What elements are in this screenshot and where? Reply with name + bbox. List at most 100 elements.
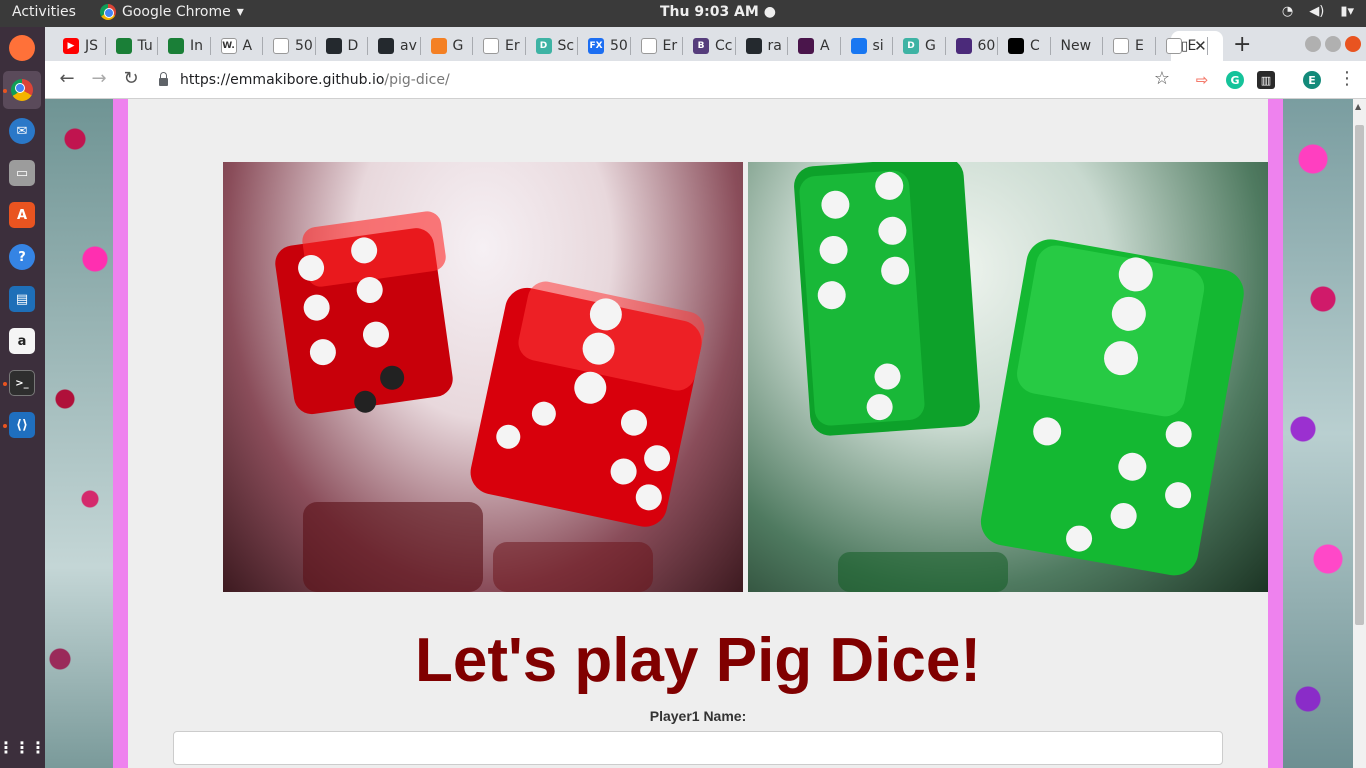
chrome-launcher-item[interactable] (3, 71, 41, 109)
clock[interactable]: Thu 9:03 AM ● (660, 4, 776, 20)
writer-icon[interactable]: ▤ (9, 286, 35, 312)
tab-20[interactable]: E (1103, 31, 1154, 61)
running-indicator (3, 424, 7, 428)
tab-favicon-icon (273, 38, 289, 54)
running-indicator (3, 89, 7, 93)
minimize-button[interactable] (1305, 36, 1321, 52)
vscode-icon[interactable]: ⟨⟩ (9, 412, 35, 438)
tab-label: Tu (137, 38, 153, 54)
tab-9[interactable]: D Sc (526, 31, 577, 61)
tab-favicon-icon (955, 38, 972, 54)
wifi-icon[interactable]: ◔ (1282, 4, 1293, 19)
page-viewport: Let's play Pig Dice! Player1 Name: (45, 99, 1353, 768)
extension-icon[interactable]: ⇨ (1193, 71, 1211, 89)
tab-19[interactable]: New (1051, 31, 1102, 61)
profile-avatar[interactable]: E (1303, 71, 1321, 89)
software-icon[interactable]: A (9, 202, 35, 228)
volume-icon[interactable]: ◀) (1309, 4, 1324, 19)
files-icon[interactable]: ▭ (9, 160, 35, 186)
tab-favicon-icon: FX (588, 38, 604, 54)
tab-5[interactable]: D (316, 31, 367, 61)
page-title: Let's play Pig Dice! (414, 626, 982, 695)
firefox-icon[interactable] (9, 35, 35, 61)
tab-label: JS (85, 38, 99, 54)
system-tray[interactable]: ◔ ◀) ▮▾ (1282, 4, 1354, 19)
tab-label: Er (662, 38, 678, 54)
tab-favicon-icon (325, 38, 342, 54)
background-tree-right (1283, 99, 1353, 768)
tab-label: Er (505, 38, 520, 54)
tab-2[interactable]: In (158, 31, 209, 61)
app-menu-label: Google Chrome (122, 4, 231, 20)
close-window-button[interactable] (1345, 36, 1361, 52)
grammarly-icon[interactable]: G (1226, 71, 1244, 89)
tab-18[interactable]: C (998, 31, 1049, 61)
page-frame: Let's play Pig Dice! Player1 Name: (113, 99, 1283, 768)
chrome-icon (100, 4, 116, 20)
tab-21[interactable]: E (1156, 31, 1207, 61)
browser-toolbar: ← → ↻ https://emmakibore.github.io/pig-d… (45, 61, 1366, 99)
tab-label: G (925, 38, 936, 54)
tab-favicon-icon: D (535, 38, 552, 54)
player1-name-label: Player1 Name: (649, 708, 747, 724)
tab-12[interactable]: B Cc (683, 31, 734, 61)
tab-label: C (1030, 38, 1040, 54)
back-button[interactable]: ← (55, 68, 79, 89)
tab-favicon-icon: ▶ (63, 38, 79, 54)
tab-label: av (400, 38, 417, 54)
tab-7[interactable]: G (421, 31, 472, 61)
tab-label: 60 (977, 38, 996, 54)
tab-label: E (1187, 38, 1197, 54)
tab-13[interactable]: ra (736, 31, 787, 61)
tab-label: ra (767, 38, 782, 54)
tab-strip: ▯ ✕ + ▶ JS Tu In W. A 50 Dav G Er D Sc FX 50 Er B Cc ra As… (45, 27, 1366, 61)
tab-16[interactable]: DG (893, 31, 944, 61)
tab-label: G (452, 38, 464, 54)
activities-button[interactable]: Activities (12, 4, 76, 20)
tab-favicon-icon: W. (220, 38, 237, 54)
content-container: Let's play Pig Dice! Player1 Name: (128, 99, 1268, 768)
forward-button[interactable]: → (87, 68, 111, 89)
tab-label: New (1060, 38, 1092, 54)
tab-17[interactable]: 60 (946, 31, 997, 61)
tab-favicon-icon (115, 38, 132, 54)
tab-favicon-icon (640, 38, 657, 54)
tab-label: Cc (715, 38, 733, 54)
menu-icon[interactable]: ⋮ (1335, 68, 1359, 89)
address-bar[interactable]: https://emmakibore.github.io/pig-dice/ (153, 65, 1173, 95)
thunderbird-icon[interactable]: ✉ (9, 118, 35, 144)
reload-button[interactable]: ↻ (119, 68, 143, 89)
tab-1[interactable]: Tu (106, 31, 157, 61)
terminal-icon[interactable]: >_ (9, 370, 35, 396)
bookmark-star-icon[interactable]: ☆ (1150, 68, 1174, 89)
help-icon[interactable]: ? (9, 244, 35, 270)
maximize-button[interactable] (1325, 36, 1341, 52)
tab-4[interactable]: 50 (263, 31, 314, 61)
chevron-down-icon: ▾ (236, 4, 244, 20)
red-dice-image (223, 162, 743, 592)
amazon-icon[interactable]: a (9, 328, 35, 354)
tab-favicon-icon (745, 38, 762, 54)
tab-label: In (190, 38, 204, 54)
scroll-up-arrow[interactable]: ▲ (1355, 102, 1361, 111)
scrollbar-thumb[interactable] (1355, 125, 1364, 625)
tab-favicon-icon (798, 38, 814, 54)
new-tab-button[interactable]: + (1233, 32, 1251, 57)
tab-14[interactable]: A (788, 31, 839, 61)
tab-15[interactable]: si (841, 31, 892, 61)
tab-favicon-icon (1113, 38, 1129, 54)
battery-icon[interactable]: ▮▾ (1340, 4, 1354, 19)
tab-8[interactable]: Er (473, 31, 524, 61)
tab-0[interactable]: ▶ JS (53, 31, 104, 61)
page-scrollbar[interactable]: ▲ (1353, 99, 1366, 768)
player1-name-input[interactable] (173, 731, 1223, 765)
app-menu[interactable]: Google Chrome ▾ (100, 4, 244, 20)
tab-10[interactable]: FX 50 (578, 31, 629, 61)
tab-favicon-icon (1165, 38, 1182, 54)
tab-3[interactable]: W. A (211, 31, 262, 61)
tab-11[interactable]: Er (631, 31, 682, 61)
extension-icon[interactable]: ▥ (1257, 71, 1275, 89)
apps-grid-icon[interactable]: ⋮⋮⋮ (0, 734, 46, 760)
tab-favicon-icon (1008, 38, 1024, 54)
tab-6[interactable]: av (368, 31, 419, 61)
